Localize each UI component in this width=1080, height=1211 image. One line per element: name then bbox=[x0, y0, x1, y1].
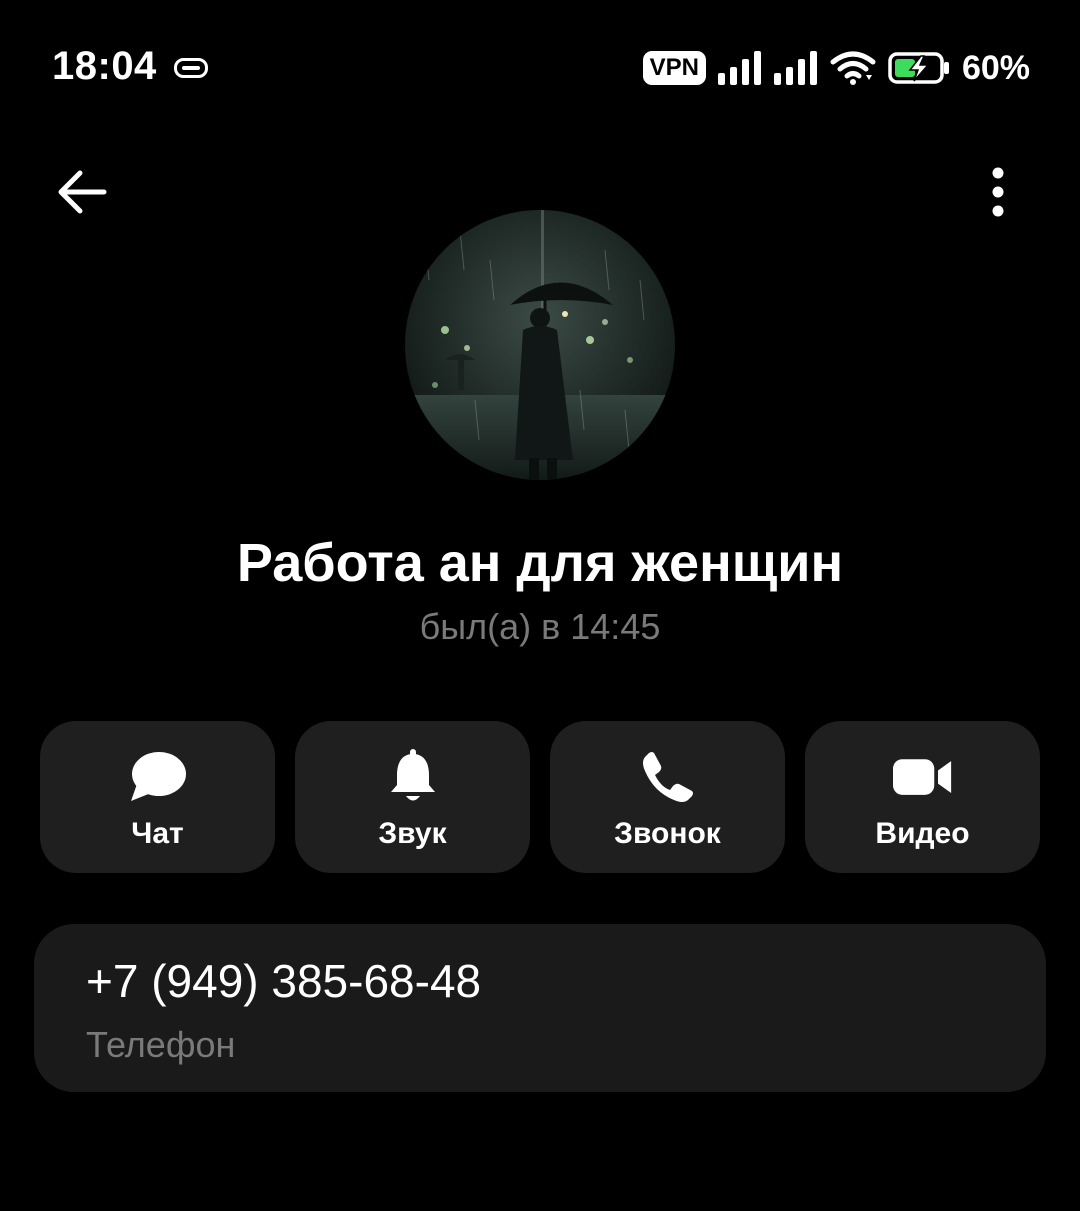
battery-percent: 60% bbox=[961, 48, 1030, 87]
phone-icon bbox=[638, 747, 698, 807]
bell-icon bbox=[383, 747, 443, 807]
sound-label: Звук bbox=[378, 817, 447, 850]
signal-icon bbox=[773, 51, 817, 85]
phone-info-card[interactable]: +7 (949) 385-68-48 Телефон bbox=[34, 924, 1046, 1092]
video-label: Видео bbox=[875, 817, 970, 850]
phone-label: Телефон bbox=[86, 1024, 236, 1065]
chat-label: Чат bbox=[131, 817, 184, 850]
avatar[interactable] bbox=[405, 210, 675, 480]
phone-number: +7 (949) 385-68-48 bbox=[86, 955, 482, 1007]
status-time: 18:04 bbox=[52, 44, 157, 88]
sound-button[interactable]: Звук bbox=[295, 721, 530, 873]
avatar-image bbox=[405, 210, 675, 480]
status-icons: VPN 60% bbox=[642, 46, 1030, 90]
more-vertical-icon bbox=[992, 167, 1004, 217]
chat-bubble-icon bbox=[128, 747, 188, 807]
action-buttons: Чат Звук Звонок Видео bbox=[40, 721, 1040, 873]
call-label: Звонок bbox=[614, 817, 721, 850]
keyboard-icon bbox=[174, 58, 208, 78]
signal-icon bbox=[717, 51, 761, 85]
more-options-button[interactable] bbox=[966, 160, 1030, 224]
arrow-left-icon bbox=[58, 170, 107, 214]
contact-name: Работа ан для женщин bbox=[236, 533, 844, 593]
call-button[interactable]: Звонок bbox=[550, 721, 785, 873]
back-button[interactable] bbox=[50, 160, 114, 224]
video-camera-icon bbox=[892, 747, 953, 807]
battery-charging-icon bbox=[888, 52, 949, 84]
video-button[interactable]: Видео bbox=[805, 721, 1040, 873]
last-seen-status: был(а) в 14:45 bbox=[419, 606, 661, 647]
vpn-badge: VPN bbox=[642, 51, 706, 85]
chat-button[interactable]: Чат bbox=[40, 721, 275, 873]
wifi-icon bbox=[830, 51, 876, 85]
